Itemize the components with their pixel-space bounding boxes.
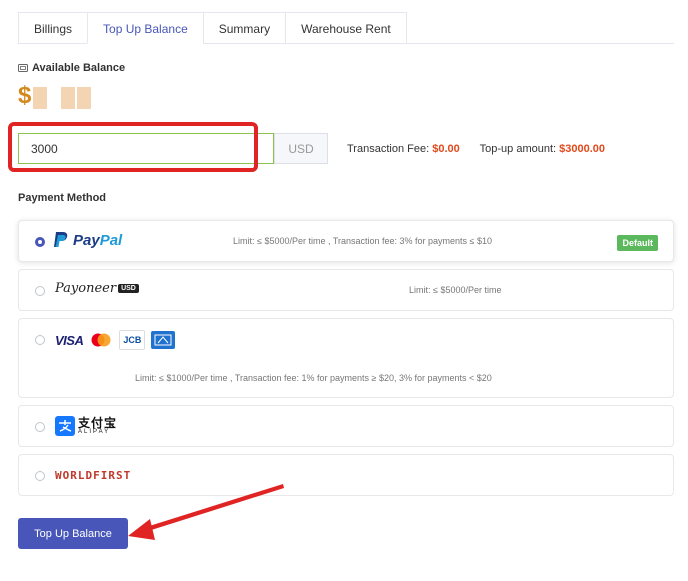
fee-summary: Transaction Fee: $0.00 Top-up amount: $3… [347, 143, 605, 155]
available-balance-text: Available Balance [32, 62, 126, 74]
blurred-digit [33, 87, 48, 109]
card-limit: Limit: ≤ $1000/Per time , Transaction fe… [135, 373, 492, 383]
topup-amount-value: $3000.00 [559, 143, 606, 155]
paypal-text-pay: Pay [73, 231, 100, 249]
payment-method-label: Payment Method [18, 192, 107, 204]
radio-alipay[interactable] [35, 422, 45, 432]
paypal-logo: PayPal [53, 231, 122, 249]
paypal-limit: Limit: ≤ $5000/Per time , Transaction fe… [233, 236, 493, 246]
payment-option-paypal[interactable]: PayPal Limit: ≤ $5000/Per time , Transac… [18, 220, 674, 262]
payment-option-alipay[interactable]: 支付宝 ALIPAY [18, 405, 674, 447]
payment-option-worldfirst[interactable]: WORLDFIRST [18, 454, 674, 496]
payoneer-logo: Payoneer USD [55, 281, 139, 296]
jcb-icon: JCB [119, 330, 146, 350]
alipay-logo: 支付宝 ALIPAY [55, 416, 117, 436]
default-badge: Default [617, 235, 658, 251]
tab-warehouse-rent[interactable]: Warehouse Rent [285, 12, 407, 44]
worldfirst-logo: WORLDFIRST [55, 469, 132, 482]
transaction-fee-value: $0.00 [432, 143, 460, 155]
tab-summary[interactable]: Summary [202, 12, 286, 44]
tab-billings[interactable]: Billings [18, 12, 88, 44]
balance-currency: $ [18, 82, 32, 109]
card-logos: VISA JCB [55, 330, 176, 350]
highlight-box [8, 122, 258, 172]
tab-bar: Billings Top Up Balance Summary Warehous… [18, 12, 407, 44]
payoneer-text: Payoneer [55, 281, 117, 296]
topup-amount-label: Top-up amount: [479, 143, 557, 155]
radio-worldfirst[interactable] [35, 471, 45, 481]
top-up-balance-button[interactable]: Top Up Balance [18, 518, 128, 549]
payment-option-card[interactable]: VISA JCB Limit: ≤ $1000/Per time , Trans… [18, 318, 674, 398]
tab-divider [384, 43, 674, 44]
radio-payoneer[interactable] [35, 286, 45, 296]
payoneer-usd-tag: USD [118, 284, 139, 293]
currency-unit: USD [274, 133, 328, 164]
jcb-text: JCB [123, 335, 142, 345]
transaction-fee-label: Transaction Fee: [347, 143, 430, 155]
amex-icon [151, 331, 176, 349]
alipay-icon [55, 416, 75, 436]
alipay-text-cn: 支付宝 [78, 416, 118, 430]
wallet-icon [18, 64, 28, 72]
blurred-digit [77, 87, 92, 109]
radio-card[interactable] [35, 335, 45, 345]
paypal-icon [54, 232, 68, 247]
visa-logo: VISA [55, 332, 84, 348]
balance-amount: $ [18, 82, 92, 109]
tab-top-up-balance[interactable]: Top Up Balance [87, 12, 203, 44]
payment-option-payoneer[interactable]: Payoneer USD Limit: ≤ $5000/Per time [18, 269, 674, 311]
paypal-text-pal: Pal [99, 231, 123, 249]
available-balance-label: Available Balance [18, 62, 125, 74]
radio-paypal[interactable] [35, 237, 45, 247]
mastercard-icon [89, 331, 113, 349]
blurred-digit [61, 87, 76, 109]
payoneer-limit: Limit: ≤ $5000/Per time [409, 285, 502, 295]
